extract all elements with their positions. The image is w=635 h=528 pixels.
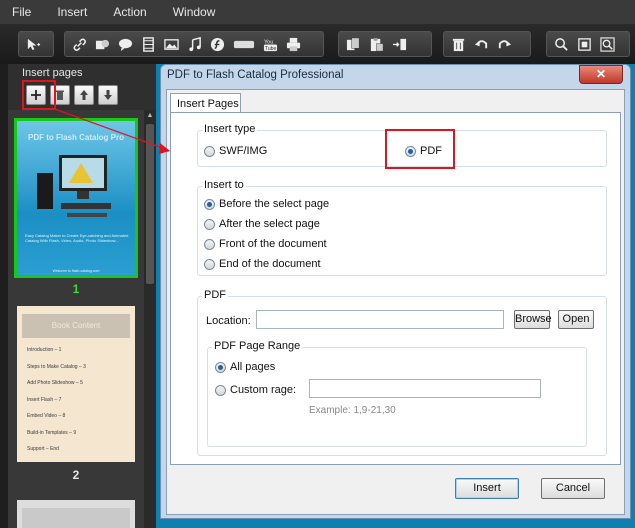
close-button[interactable]: ✕	[579, 65, 623, 84]
radio-front-label: Front of the document	[219, 238, 327, 250]
paste-icon[interactable]	[365, 33, 388, 55]
contents-item: Introduction – 1	[27, 347, 62, 353]
page-2-title: Book Content	[22, 314, 130, 338]
radio-before-label: Before the select page	[219, 198, 330, 210]
contents-item: Insert Flash – 7	[27, 396, 62, 403]
radio-all-pages-label: All pages	[230, 361, 276, 373]
pages-panel: Insert pages PDF to Flash Catalog Pro Ea…	[8, 64, 156, 528]
annotation-highlight-add-page	[22, 80, 56, 110]
radio-swf-img-label: SWF/IMG	[219, 145, 268, 157]
radio-after-select-page[interactable]: After the select page	[204, 218, 320, 230]
toolbar-group-select	[18, 31, 54, 57]
fit-icon[interactable]	[573, 33, 596, 55]
contents-item: Add Photo Slideshow – 5	[27, 380, 83, 386]
button-icon[interactable]	[229, 33, 259, 55]
page-number-2: 2	[72, 468, 80, 482]
toolbar-group-zoom	[546, 31, 630, 57]
link-icon[interactable]	[68, 33, 91, 55]
radio-end-label: End of the document	[219, 258, 321, 270]
page-2-contents: Introduction – 1 Steps to Make Catalog –…	[27, 342, 86, 458]
radio-button[interactable]	[204, 238, 215, 250]
radio-button[interactable]	[204, 198, 215, 210]
annotation-highlight-pdf	[385, 129, 455, 169]
toolbar: You Tube	[0, 24, 635, 64]
radio-front-of-document[interactable]: Front of the document	[204, 238, 327, 250]
zoom-out-icon[interactable]	[596, 33, 619, 55]
location-label: Location:	[206, 315, 251, 327]
move-down-icon[interactable]	[98, 85, 118, 105]
radio-all-pages[interactable]: All pages	[215, 361, 275, 373]
radio-button[interactable]	[215, 361, 226, 373]
app-window: File Insert Action Window You Tube Inser…	[0, 0, 635, 528]
radio-end-of-document[interactable]: End of the document	[204, 258, 321, 270]
move-up-icon[interactable]	[74, 85, 94, 105]
toolbar-group-history	[443, 31, 531, 57]
swap-icon[interactable]	[388, 33, 411, 55]
insert-button[interactable]: Insert	[455, 478, 519, 499]
radio-button[interactable]	[215, 384, 226, 396]
redo-icon[interactable]	[493, 33, 516, 55]
radio-custom-label: Custom rage:	[230, 384, 297, 396]
browse-button[interactable]: Browse	[514, 310, 552, 329]
youtube-icon[interactable]: You Tube	[259, 33, 282, 55]
trash-icon[interactable]	[447, 33, 470, 55]
page-1-text: Easy Catalog Maker to Create Eye-catchin…	[25, 233, 129, 243]
zoom-in-icon[interactable]	[550, 33, 573, 55]
contents-item: Embed Video – 8	[27, 413, 66, 419]
location-input[interactable]	[256, 310, 504, 329]
menu-window[interactable]: Window	[159, 0, 228, 24]
page-1-footer: Welcome to flash-catalog.com	[52, 269, 100, 273]
scrollbar-thumb[interactable]	[146, 124, 154, 284]
computer-illustration	[37, 155, 111, 217]
print-icon[interactable]	[282, 33, 305, 55]
menu-bar: File Insert Action Window	[0, 0, 635, 24]
page-3-header	[22, 508, 130, 528]
cancel-button[interactable]: Cancel	[541, 478, 605, 499]
radio-button[interactable]	[204, 218, 215, 230]
select-arrow-icon[interactable]	[22, 33, 45, 55]
page-thumbnail-3[interactable]	[17, 500, 135, 528]
music-icon[interactable]	[183, 33, 206, 55]
page-thumbnails: PDF to Flash Catalog Pro Easy Catalog Ma…	[8, 110, 144, 528]
custom-range-input[interactable]	[309, 379, 541, 398]
page-thumbnail-1[interactable]: PDF to Flash Catalog Pro Easy Catalog Ma…	[14, 118, 138, 278]
menu-file[interactable]: File	[0, 0, 43, 24]
custom-range-example: Example: 1,9-21,30	[309, 405, 396, 416]
shape-icon[interactable]	[91, 33, 114, 55]
menu-action[interactable]: Action	[99, 0, 158, 24]
toolbar-group-insert: You Tube	[64, 31, 324, 57]
radio-swf-img[interactable]: SWF/IMG	[204, 145, 267, 157]
radio-after-label: After the select page	[219, 218, 320, 230]
radio-custom-range[interactable]: Custom rage:	[215, 384, 296, 396]
radio-before-select-page[interactable]: Before the select page	[204, 198, 329, 210]
contents-item: Build-in Templates – 9	[27, 429, 77, 436]
tab-insert-pages[interactable]: Insert Pages	[170, 93, 241, 113]
pdf-page-range-label: PDF Page Range	[212, 340, 303, 352]
contents-item: Support – End	[27, 446, 59, 452]
pages-scrollbar[interactable]: ▲	[144, 110, 156, 528]
flash-icon[interactable]	[206, 33, 229, 55]
image-icon[interactable]	[160, 33, 183, 55]
insert-to-label: Insert to	[202, 179, 246, 191]
copy-icon[interactable]	[342, 33, 365, 55]
toolbar-group-edit	[338, 31, 432, 57]
radio-button[interactable]	[204, 258, 215, 270]
radio-button[interactable]	[204, 145, 215, 157]
svg-text:Tube: Tube	[265, 46, 277, 52]
page-number-1: 1	[72, 282, 80, 296]
open-button[interactable]: Open	[558, 310, 594, 329]
scroll-up-icon[interactable]: ▲	[146, 112, 154, 120]
page-1-title: PDF to Flash Catalog Pro	[27, 133, 124, 142]
undo-icon[interactable]	[470, 33, 493, 55]
dialog-title: PDF to Flash Catalog Professional	[167, 69, 344, 81]
pdf-group-label: PDF	[202, 289, 228, 301]
page-thumbnail-2[interactable]: Book Content Introduction – 1 Steps to M…	[17, 306, 135, 462]
film-icon[interactable]	[137, 33, 160, 55]
contents-item: Steps to Make Catalog – 3	[27, 363, 86, 370]
menu-insert[interactable]: Insert	[43, 0, 99, 24]
insert-type-label: Insert type	[202, 123, 258, 135]
speech-bubble-icon[interactable]	[114, 33, 137, 55]
